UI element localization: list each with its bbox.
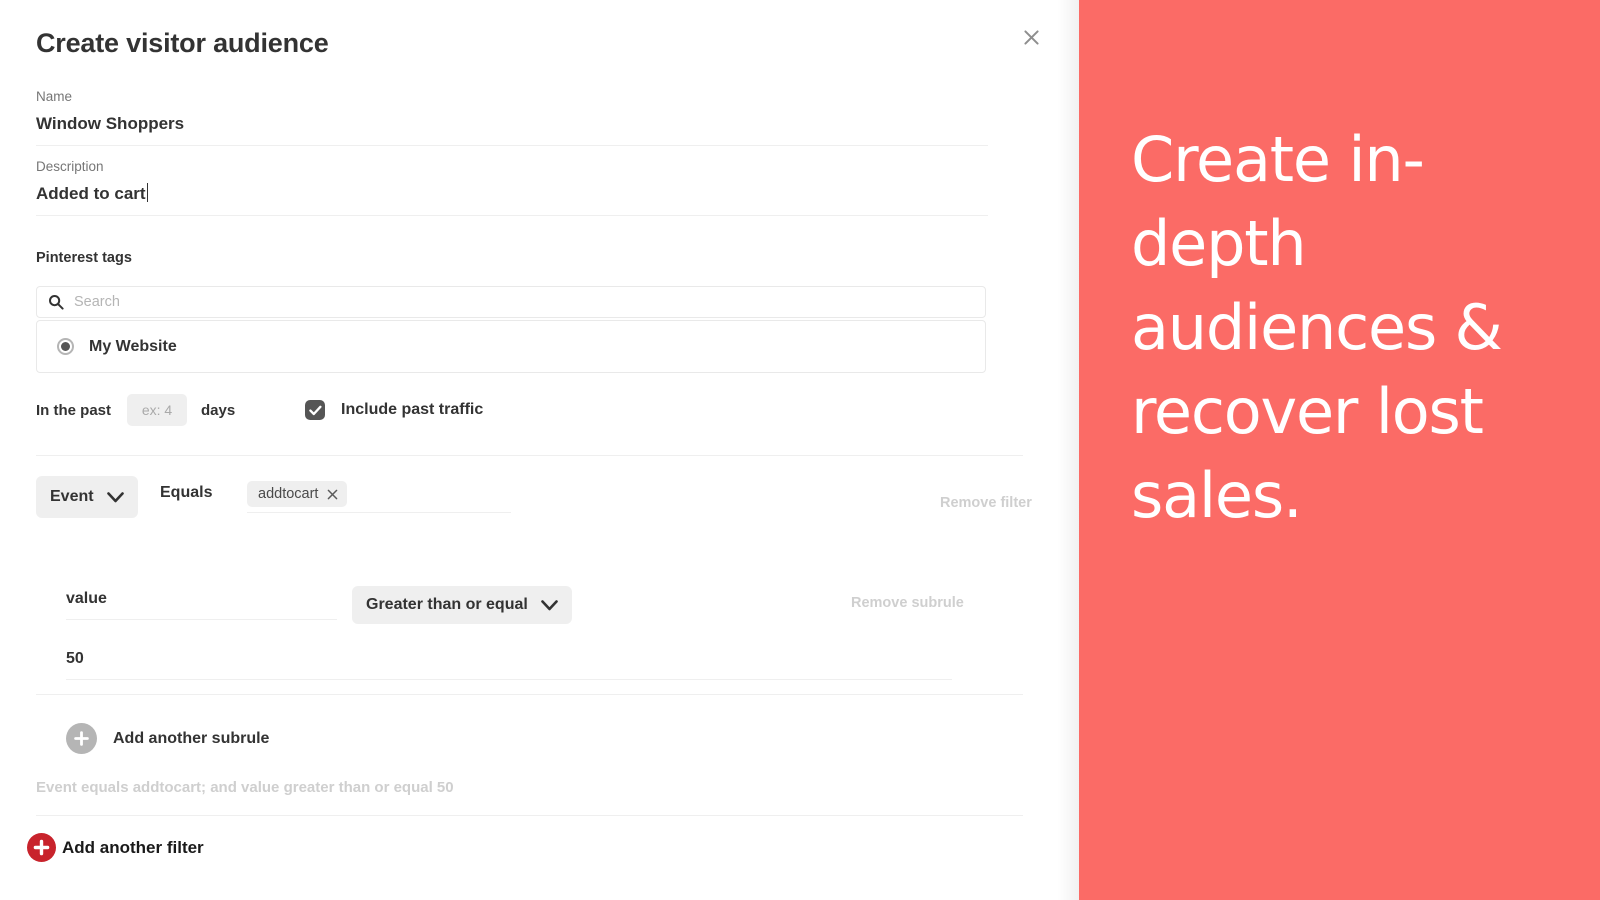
text-cursor [146,183,149,202]
divider [36,815,1023,816]
plus-icon [66,723,97,754]
description-field-label: Description [36,159,104,174]
add-subrule-label: Add another subrule [113,729,270,747]
promo-panel: Create in-depth audiences & recover lost… [1079,0,1600,900]
filter-summary-text: Event equals addtocart; and value greate… [36,779,454,796]
tag-list: My Website [36,320,986,373]
checkbox-checked-icon[interactable] [305,400,325,420]
plus-icon [27,833,56,862]
lookback-suffix-label: days [201,401,236,419]
add-filter-label: Add another filter [62,837,204,857]
description-input-text: Added to cart [36,184,146,203]
audience-create-modal: Create visitor audience Name Window Shop… [0,0,1600,900]
description-field-underline [36,215,988,216]
filter-field-select[interactable]: Event [36,476,138,518]
add-filter-button[interactable]: Add another filter [27,833,204,862]
subrule-operator-select-value: Greater than or equal [366,596,528,613]
divider [36,694,1023,695]
chevron-down-icon [541,599,558,611]
divider [36,455,1023,456]
remove-subrule-button[interactable]: Remove subrule [851,595,964,611]
subrule-value-input[interactable]: 50 [66,650,952,680]
remove-filter-button[interactable]: Remove filter [940,495,1032,511]
name-input[interactable]: Window Shoppers [36,112,184,136]
filter-value-token-label: addtocart [258,486,319,502]
name-field-underline [36,145,988,146]
search-input[interactable] [74,287,985,317]
close-icon[interactable] [1016,22,1046,52]
form-panel: Create visitor audience Name Window Shop… [0,0,1079,900]
pinterest-tags-label: Pinterest tags [36,250,132,266]
subrule-operator-select[interactable]: Greater than or equal [352,586,572,624]
search-icon [48,294,64,310]
list-item[interactable]: My Website [37,321,985,372]
lookback-days-input[interactable] [127,394,188,426]
page-title: Create visitor audience [36,28,329,58]
tag-label: My Website [89,337,177,355]
subrule-key-input[interactable]: value [66,590,337,620]
include-past-traffic-toggle[interactable]: Include past traffic [305,392,483,428]
filter-field-select-value: Event [50,488,94,505]
promo-headline: Create in-depth audiences & recover lost… [1131,123,1503,532]
tag-search-box[interactable] [36,286,986,318]
include-past-traffic-label: Include past traffic [341,401,484,418]
description-field-group: Description Added to cart [36,158,988,216]
filter-value-token-field[interactable]: addtocart [247,481,511,513]
close-icon[interactable] [327,489,338,500]
name-field-group: Name Window Shoppers [36,88,988,146]
lookback-prefix-label: In the past [36,401,112,419]
filter-operator-label: Equals [160,484,213,501]
radio-icon[interactable] [57,338,74,355]
add-subrule-button[interactable]: Add another subrule [66,723,269,754]
filter-value-token[interactable]: addtocart [247,481,348,507]
description-input[interactable]: Added to cart [36,182,149,206]
lookback-row: In the past days [36,392,235,428]
name-field-label: Name [36,89,73,104]
chevron-down-icon [106,491,124,503]
